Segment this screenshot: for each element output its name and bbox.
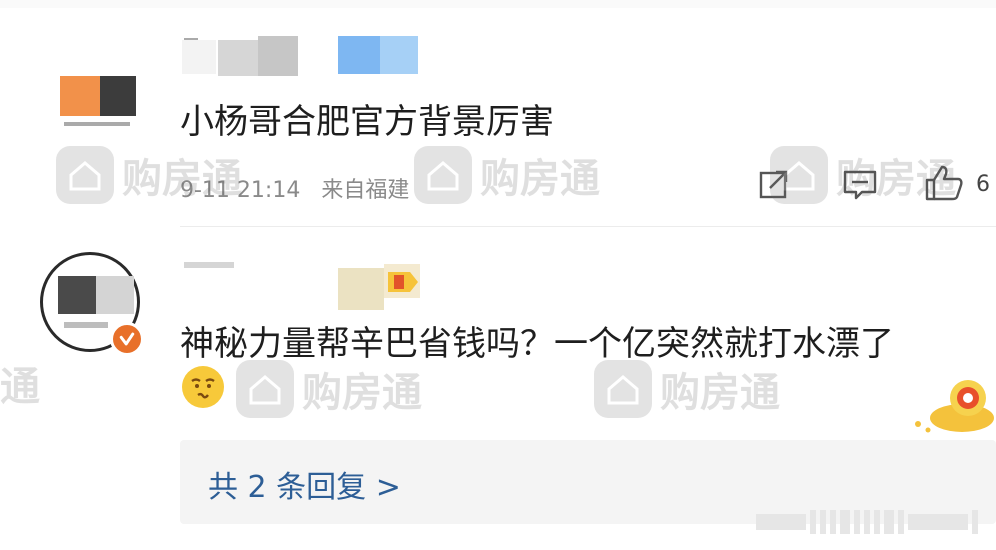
comment-feed: 小杨哥合肥官方背景厉害 9-11 21:14 来自福建 6 神秘力量帮辛巴省钱吗… [0, 0, 996, 550]
watermark-house-icon [56, 146, 114, 204]
username-pixelated-part[interactable] [338, 268, 384, 310]
user-badge-pixelated [338, 36, 380, 74]
watermark: 购房通 [770, 146, 956, 204]
username-pixelated-part[interactable] [258, 36, 298, 76]
avatar-pixelated [58, 276, 96, 314]
avatar-pixelated[interactable] [60, 76, 100, 116]
watermark-house-icon [236, 360, 294, 418]
comment-text: 小杨哥合肥官方背景厉害 [180, 102, 554, 142]
watermark-text: 购房通 [480, 156, 600, 202]
like-count: 6 [976, 172, 990, 197]
comment-text: 神秘力量帮辛巴省钱吗？一个亿突然就打水漂了 [180, 324, 894, 364]
avatar-pixelated-part [64, 322, 108, 328]
avatar-pixelated-part [96, 276, 134, 314]
username-pixelated-part[interactable] [218, 40, 258, 76]
comment-divider [180, 226, 996, 227]
username-pixelated[interactable] [184, 262, 234, 268]
watermark-house-icon [594, 360, 652, 418]
user-badge-pixelated-part [380, 36, 418, 74]
top-strip [0, 0, 996, 8]
watermark: 通 [0, 354, 40, 412]
watermark: 购房通 [594, 360, 780, 418]
verified-badge-icon [110, 322, 144, 356]
decorative-bars [756, 510, 978, 534]
watermark: 购房通 [236, 360, 422, 418]
avatar-pixelated-part[interactable] [100, 76, 136, 116]
watermark-house-icon [414, 146, 472, 204]
sticker-icon [915, 380, 994, 433]
watermark: 购房通 [414, 146, 600, 204]
watermark: 购房通 [56, 146, 242, 204]
avatar-pixelated-part [64, 122, 130, 126]
comment-source: 来自福建 [321, 178, 410, 203]
vip-badge-icon [388, 272, 418, 292]
watermark-text: 购房通 [836, 156, 956, 202]
watermark-text: 购房通 [660, 370, 780, 416]
username-pixelated[interactable] [182, 40, 216, 74]
watermark-house-icon [770, 146, 828, 204]
grimace-emoji-icon [182, 366, 224, 408]
view-replies-link[interactable]: 共 2 条回复 > [208, 462, 401, 506]
watermark-text-partial: 通 [0, 364, 40, 410]
watermark-text: 购房通 [122, 156, 242, 202]
watermark-text: 购房通 [302, 370, 422, 416]
